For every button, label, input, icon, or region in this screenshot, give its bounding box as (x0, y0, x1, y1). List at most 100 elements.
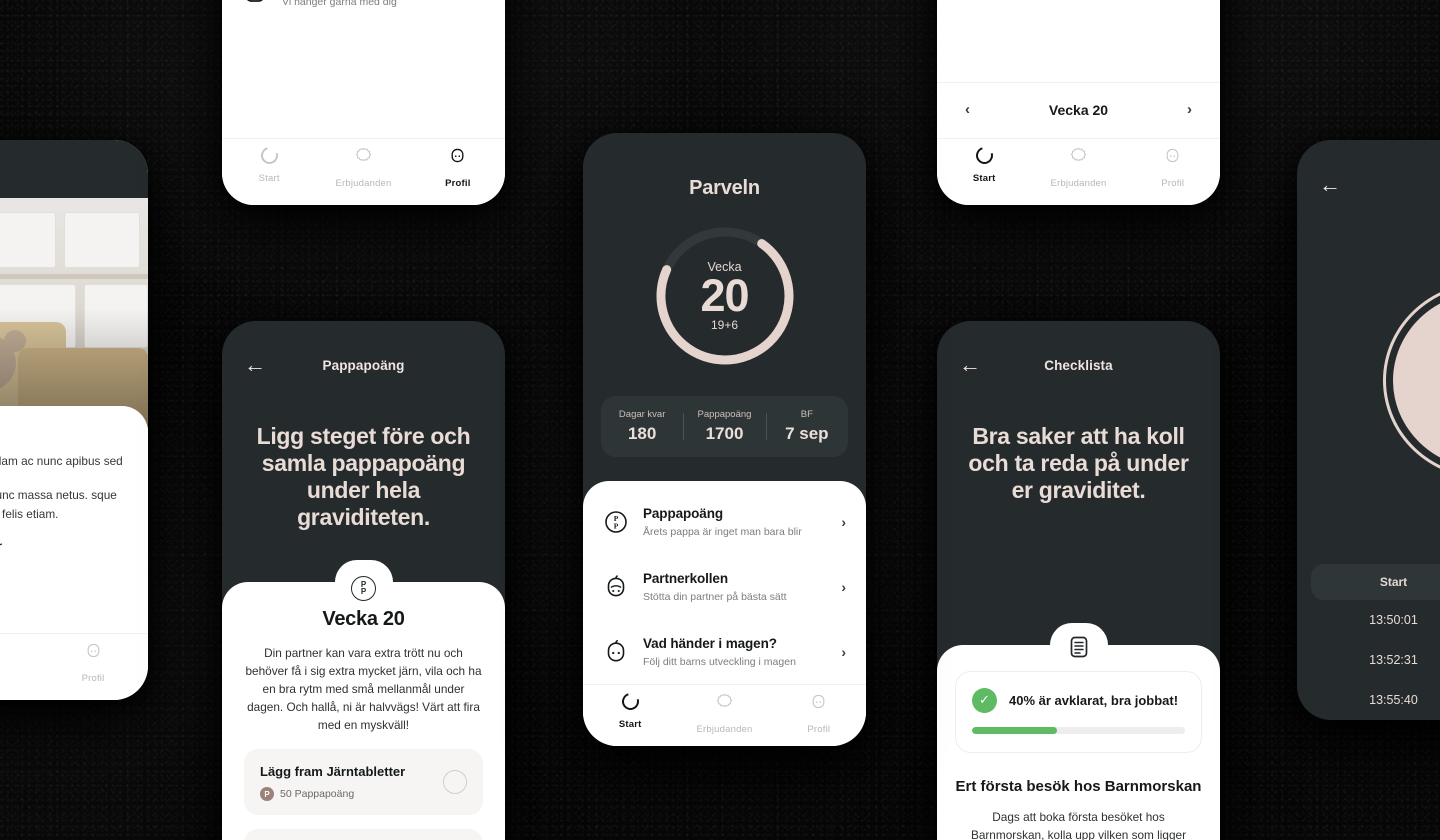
baby-head-icon (603, 639, 629, 665)
profil-row-list: Mitt barn Lägg till ert BF, ange namn › … (222, 0, 505, 138)
list-item-subtitle: Årets pappa är inget man bara blir (643, 526, 802, 538)
sheet-notch (1049, 622, 1108, 667)
tab-label-erbjudanden: Erbjudanden (696, 724, 753, 735)
stat-value: 180 (627, 424, 657, 443)
tab-label-erbjudanden: Erbjudanden (335, 178, 392, 189)
cell-start: 13:50:01 (1369, 613, 1418, 627)
tab-erbjudanden[interactable]: Erbjudanden (1031, 147, 1125, 191)
contractions-table: Start Varakt 13:50:01 55 13:52:31 63 13:… (1311, 564, 1440, 720)
profile-baby-icon (772, 693, 866, 715)
task-item[interactable]: Lägg fram Järntabletter P 50 Pappapoäng (244, 749, 483, 815)
stats-strip: Dagar kvar 180 Pappapoäng 1700 BF 7 sep (601, 396, 848, 457)
ad-label: nons (0, 140, 148, 198)
task-item[interactable]: Fixa en myskväll (244, 829, 483, 840)
cell-start: 13:55:40 (1369, 693, 1418, 707)
tab-erbjudanden[interactable]: Erbjudanden (677, 693, 771, 737)
task-title: Lägg fram Järntabletter (260, 764, 406, 779)
stat-label: BF (800, 409, 813, 420)
phone-screen-timer: ← Värkt Stop tim 13:55 Start Varakt 13:5… (1297, 140, 1440, 720)
page-title: Pappapoäng (322, 357, 405, 373)
column-header-start: Start (1379, 575, 1408, 589)
list-item-title: Pappapoäng (643, 506, 724, 521)
stat-label: Pappapoäng (697, 409, 752, 420)
tab-erbjudanden[interactable]: Erbjudanden (316, 147, 410, 191)
phone-screen-parveln: Parveln Vecka 20 19+6 Dagar kvar 180 Pap… (583, 133, 866, 746)
phone-screen-ad: nons nredning g till barnrummet amet, co… (0, 140, 148, 700)
tab-start[interactable]: Start (583, 690, 677, 737)
tab-label-start: Start (258, 173, 280, 184)
gear-badge-icon (677, 693, 771, 715)
pappapoang-coin-icon: PP (603, 509, 629, 535)
tabbar-parveln: Start Erbjudanden Profil (583, 684, 866, 746)
list-item[interactable]: Vad händer i magen? Följ ditt barns utve… (583, 619, 866, 684)
list-item-title: Vad händer i magen? (643, 636, 777, 651)
table-row: 13:55:40 65 (1311, 680, 1440, 720)
checklist-icon (1067, 635, 1091, 664)
back-arrow-icon[interactable]: ← (1319, 174, 1345, 196)
navbar-pappapoang: ← Pappapoäng (222, 321, 505, 381)
tab-profil[interactable]: Profil (411, 147, 505, 191)
hero-text: Ligg steget före och samla pappapoäng un… (256, 423, 471, 531)
ring-sub: 19+6 (710, 317, 739, 332)
pappapoang-coin-icon: PP (351, 576, 376, 602)
list-item[interactable]: PP Pappapoäng Årets pappa är inget man b… (583, 489, 866, 554)
stat-label: Dagar kvar (618, 409, 666, 420)
table-row: 13:50:01 55 (1311, 600, 1440, 640)
timer-clock: 13:55 (1407, 499, 1440, 542)
table-row: 13:52:31 63 (1311, 640, 1440, 680)
prev-week-button[interactable]: ‹ (965, 101, 970, 118)
stop-timer-button[interactable]: Stop tim (1393, 291, 1440, 469)
tabbar-ad: danden Profil (0, 633, 148, 700)
cell-start: 13:52:31 (1369, 653, 1418, 667)
task-checkbox[interactable] (443, 770, 467, 794)
tab-erbjudanden[interactable]: danden (0, 642, 38, 686)
content-sheet: PP Vecka 20 Din partner kan vara extra t… (222, 560, 505, 840)
ad-paragraph-2: etus euismod eu m nunc massa netus. sque… (0, 488, 117, 521)
week-navigator: ‹ Vecka 20 › (937, 82, 1220, 138)
content-sheet: PP Pappapoäng Årets pappa är inget man b… (583, 481, 866, 746)
tab-label-erbjudanden: Erbjudanden (1050, 178, 1107, 189)
task-points-row: P 50 Pappapoäng (260, 787, 443, 801)
progress-text: 40% är avklarat, bra jobbat! (1009, 692, 1179, 708)
gear-badge-icon (1031, 147, 1125, 169)
ad-subtitle: g till barnrummet (0, 382, 148, 396)
tab-start[interactable]: Start (222, 144, 316, 191)
profile-baby-icon (411, 147, 505, 169)
list-item[interactable]: Följ oss på Instagram Vi hänger gärna me… (222, 0, 505, 26)
tab-label-start: Start (972, 173, 996, 184)
next-week-button[interactable]: › (1187, 101, 1192, 118)
tab-profil[interactable]: Profil (38, 642, 148, 686)
tab-profil[interactable]: Profil (772, 693, 866, 737)
chevron-right-icon: › (841, 643, 846, 660)
chevron-right-icon: › (841, 578, 846, 595)
coin-icon: P (260, 787, 274, 801)
week-label: Vecka 20 (1048, 101, 1109, 118)
start-ring-icon (257, 144, 281, 167)
stopwatch-icon-wrap (1407, 217, 1440, 276)
tab-label-profil: Profil (1161, 178, 1185, 189)
start-ring-icon (618, 690, 642, 713)
week-title: Vecka 20 (322, 608, 405, 631)
stat-bf: BF 7 sep (765, 409, 848, 444)
tab-label-profil: Profil (81, 673, 105, 684)
progress-card: ✓ 40% är avklarat, bra jobbat! (955, 670, 1202, 753)
tab-profil[interactable]: Profil (1126, 147, 1220, 191)
progress-bar (972, 726, 1185, 734)
ad-sheet: amet, consectetur nullam ac nunc apibus … (0, 406, 148, 633)
tabbar-profil: Start Erbjudanden Profil (222, 138, 505, 205)
checklist-item-body: Dags att boka första besöket hos Barnmor… (970, 810, 1187, 840)
list-item-title: Partnerkollen (643, 571, 728, 586)
start-ring-icon (972, 144, 996, 167)
chevron-right-icon: › (841, 513, 846, 530)
ad-title: nredning (0, 352, 148, 376)
tab-start[interactable]: Start (937, 144, 1031, 191)
phone-screen-checklista: ← Checklista Bra saker att ha koll och t… (937, 321, 1220, 840)
list-item-subtitle: Följ ditt barns utveckling i magen (643, 656, 796, 668)
list-item[interactable]: Partnerkollen Stötta din partner på bäst… (583, 554, 866, 619)
profile-baby-icon (1126, 147, 1220, 169)
week-body: Din partner kan vara extra trött nu och … (245, 646, 482, 733)
svg-text:P: P (614, 521, 619, 530)
page-title: Checklista (1044, 357, 1113, 373)
week-progress-ring: Vecka 20 19+6 (651, 222, 799, 370)
tab-label-profil: Profil (807, 724, 831, 735)
